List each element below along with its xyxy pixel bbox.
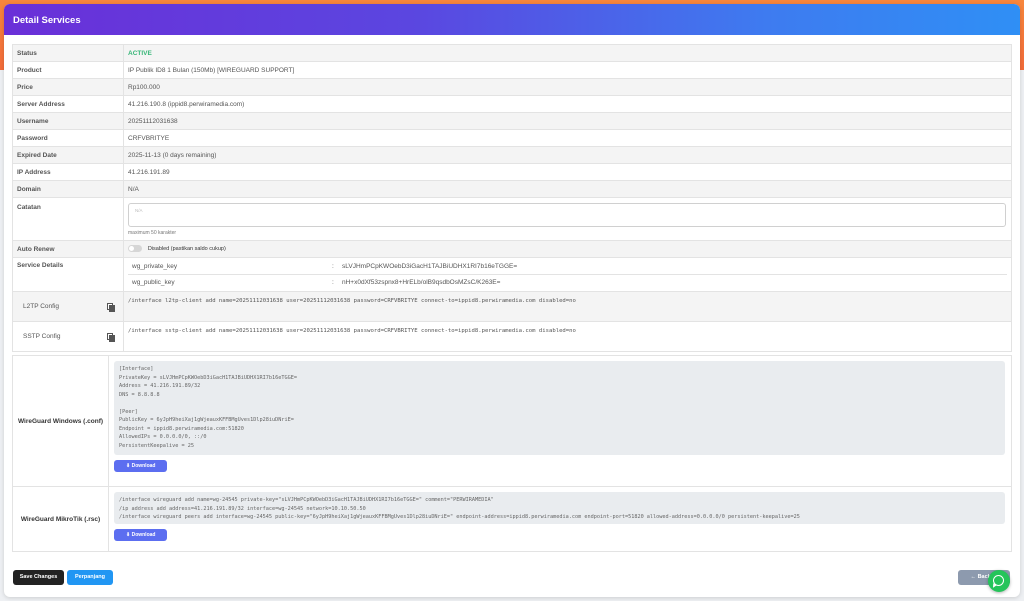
whatsapp-icon[interactable]	[988, 570, 1010, 592]
password-value: CRFVBRITYE	[123, 129, 1012, 147]
row-password: Password CRFVBRITYE	[12, 129, 1012, 147]
copy-icon[interactable]	[107, 302, 115, 312]
row-username: Username 20251112031638	[12, 112, 1012, 130]
ip-address-label: IP Address	[12, 163, 124, 181]
wireguard-windows-config: [Interface] PrivateKey = sLVJHmPCpKWOebD…	[114, 361, 1005, 455]
l2tp-config-label: L2TP Config	[23, 303, 60, 310]
row-service-details: Service Details wg_private_key : sLVJHmP…	[12, 257, 1012, 292]
password-label: Password	[12, 129, 124, 147]
catatan-hint: maximum 50 karakter	[128, 229, 177, 236]
service-detail-key: wg_public_key	[128, 274, 328, 290]
service-detail-sep: :	[332, 263, 334, 271]
username-label: Username	[12, 112, 124, 130]
service-detail-value: nH+x0dXf53zspnx8+HrELb/olB9qsdbOsMZsC/K2…	[338, 274, 1007, 290]
product-label: Product	[12, 61, 124, 79]
row-product: Product IP Publik ID8 1 Bulan (150Mb) [W…	[12, 61, 1012, 79]
row-auto-renew: Auto Renew Disabled (pastikan saldo cuku…	[12, 240, 1012, 258]
price-label: Price	[12, 78, 124, 96]
sstp-config-value: /interface sstp-client add name=20251112…	[123, 321, 1012, 352]
l2tp-config-cell: L2TP Config	[12, 291, 124, 322]
expired-date-value: 2025-11-13 (0 days remaining)	[123, 146, 1012, 164]
catatan-label: Catatan	[12, 197, 124, 241]
wireguard-section: WireGuard Windows (.conf) [Interface] Pr…	[12, 355, 1012, 552]
auto-renew-status: Disabled (pastikan saldo cukup)	[147, 246, 226, 253]
service-detail-value: sLVJHmPCpKWOebD3iGacH1TAJBiUDHX1RI7b16eT…	[342, 263, 518, 271]
perpanjang-button[interactable]: Perpanjang	[67, 570, 113, 585]
sstp-config-cell: SSTP Config	[12, 321, 124, 352]
auto-renew-label: Auto Renew	[12, 240, 124, 258]
row-ip-address: IP Address 41.216.191.89	[12, 163, 1012, 181]
wireguard-windows-row: WireGuard Windows (.conf) [Interface] Pr…	[13, 356, 1011, 486]
row-price: Price Rp100.000	[12, 78, 1012, 96]
wireguard-mikrotik-label: WireGuard MikroTik (.rsc)	[13, 487, 109, 551]
expired-date-label: Expired Date	[12, 146, 124, 164]
row-catatan: Catatan N/A maximum 50 karakter	[12, 197, 1012, 241]
row-server-address: Server Address 41.216.190.8 (ippid8.perw…	[12, 95, 1012, 113]
save-changes-button[interactable]: Save Changes	[13, 570, 64, 585]
copy-icon[interactable]	[107, 332, 115, 342]
row-l2tp-config: L2TP Config /interface l2tp-client add n…	[12, 291, 1012, 322]
service-details-table: wg_private_key : sLVJHmPCpKWOebD3iGacH1T…	[128, 260, 1007, 290]
wireguard-windows-label: WireGuard Windows (.conf)	[13, 356, 109, 486]
card-header: Detail Services	[4, 4, 1020, 35]
row-status: Status ACTIVE	[12, 44, 1012, 62]
row-sstp-config: SSTP Config /interface sstp-client add n…	[12, 321, 1012, 352]
service-detail-key: wg_private_key	[132, 263, 178, 271]
username-value: 20251112031638	[123, 112, 1012, 130]
detail-services-card: Detail Services Status ACTIVE Product IP…	[4, 4, 1020, 597]
detail-body: Status ACTIVE Product IP Publik ID8 1 Bu…	[12, 44, 1012, 352]
download-windows-button[interactable]: ⬇ Download	[114, 460, 168, 472]
wireguard-mikrotik-config: /interface wireguard add name=wg-24545 p…	[114, 492, 1005, 524]
page-title: Detail Services	[13, 15, 81, 26]
l2tp-config-value: /interface l2tp-client add name=20251112…	[123, 291, 1012, 322]
service-detail-sep: :	[328, 274, 338, 290]
service-details-label: Service Details	[12, 257, 124, 292]
catatan-textarea[interactable]: N/A	[128, 202, 1006, 227]
domain-value: N/A	[123, 180, 1012, 198]
server-address-value: 41.216.190.8 (ippid8.perwiramedia.com)	[123, 95, 1012, 113]
status-label: Status	[12, 44, 124, 62]
row-expired-date: Expired Date 2025-11-13 (0 days remainin…	[12, 146, 1012, 164]
domain-label: Domain	[12, 180, 124, 198]
row-domain: Domain N/A	[12, 180, 1012, 198]
auto-renew-toggle[interactable]	[128, 245, 142, 253]
product-value: IP Publik ID8 1 Bulan (150Mb) [WIREGUARD…	[123, 61, 1012, 79]
server-address-label: Server Address	[12, 95, 124, 113]
ip-address-value: 41.216.191.89	[123, 163, 1012, 181]
price-value: Rp100.000	[123, 78, 1012, 96]
service-detail-row: wg_public_key : nH+x0dXf53zspnx8+HrELb/o…	[128, 274, 1007, 290]
status-badge: ACTIVE	[128, 49, 152, 57]
detail-table: Status ACTIVE Product IP Publik ID8 1 Bu…	[12, 44, 1012, 352]
download-mikrotik-button[interactable]: ⬇ Download	[114, 529, 168, 541]
wireguard-mikrotik-row: WireGuard MikroTik (.rsc) /interface wir…	[13, 486, 1011, 551]
service-detail-row: wg_private_key : sLVJHmPCpKWOebD3iGacH1T…	[128, 260, 1007, 275]
sstp-config-label: SSTP Config	[23, 333, 61, 340]
